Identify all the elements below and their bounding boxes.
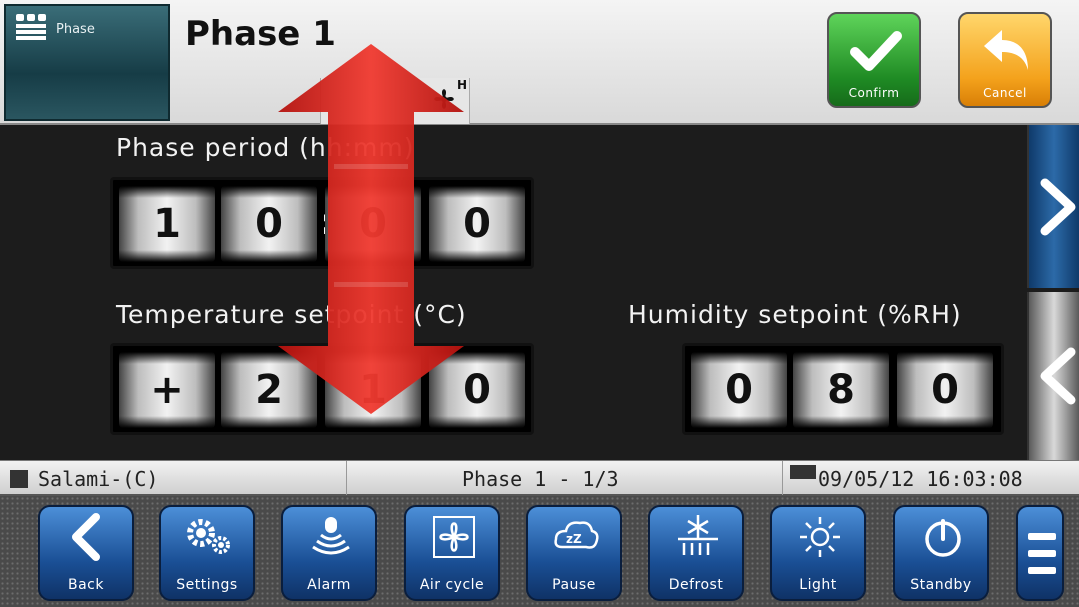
back-label: Back (68, 577, 104, 593)
pause-button[interactable]: zZ Pause (526, 505, 622, 601)
defrost-label: Defrost (668, 577, 724, 593)
scroll-hint-arrow-icon (278, 44, 464, 414)
settings-label: Settings (176, 577, 238, 593)
confirm-button[interactable]: Confirm (827, 12, 921, 108)
power-icon (925, 519, 961, 557)
phase-progress: Phase 1 - 1/3 (462, 467, 619, 491)
settings-button[interactable]: Settings (159, 505, 255, 601)
air-cycle-button[interactable]: Air cycle (404, 505, 500, 601)
menu-tile-label: Phase (56, 22, 95, 37)
sleep-cloud-icon: zZ (554, 521, 599, 549)
standby-label: Standby (910, 577, 972, 593)
light-button[interactable]: Light (770, 505, 866, 601)
status-divider (346, 461, 347, 495)
pause-label: Pause (552, 577, 596, 593)
humidity-digit[interactable]: 8 (793, 352, 889, 428)
humidity-digit[interactable]: 0 (691, 352, 787, 428)
chevron-right-icon (1040, 178, 1076, 236)
recipe-name: Salami-(C) (38, 467, 159, 491)
previous-page-button[interactable] (1027, 292, 1079, 460)
phase-period-digit[interactable]: 1 (119, 186, 215, 262)
undo-arrow-icon (984, 30, 1028, 70)
bottom-toolbar: Back Settings Alarm Air cycle zZ Pause D… (0, 496, 1079, 607)
status-bar: Salami-(C) Phase 1 - 1/3 09/05/12 16:03:… (0, 460, 1079, 496)
defrost-button[interactable]: Defrost (648, 505, 744, 601)
back-arrow-icon (72, 513, 100, 561)
svg-text:zZ: zZ (566, 532, 582, 546)
humidity-drum: 0 8 0 (682, 343, 1004, 435)
confirm-label: Confirm (848, 86, 900, 100)
date-time: 09/05/12 16:03:08 (818, 467, 1023, 491)
more-menu-button[interactable] (1016, 505, 1064, 601)
temperature-digit[interactable]: + (119, 352, 215, 428)
header-bar: Phase Phase 1 H Confirm Cancel (0, 0, 1079, 125)
gears-icon (187, 519, 230, 554)
cancel-button[interactable]: Cancel (958, 12, 1052, 108)
cancel-label: Cancel (983, 86, 1027, 100)
air-cycle-label: Air cycle (419, 577, 485, 593)
light-label: Light (799, 577, 837, 593)
alarm-label: Alarm (307, 577, 351, 593)
standby-button[interactable]: Standby (893, 505, 989, 601)
light-sun-icon (800, 517, 840, 557)
hamburger-menu-icon (1028, 533, 1056, 574)
back-button[interactable]: Back (38, 505, 134, 601)
main-panel: Phase period (hh:mm) 1 0 : 0 0 Temperatu… (0, 125, 1079, 460)
status-divider (782, 461, 783, 495)
phase-menu-button[interactable]: Phase (4, 4, 170, 121)
next-page-button[interactable] (1027, 125, 1079, 288)
alarm-bell-icon (312, 517, 350, 555)
grid-menu-icon (16, 14, 46, 40)
humidity-digit[interactable]: 0 (897, 352, 993, 428)
fan-icon (433, 516, 475, 558)
humidity-setpoint-label: Humidity setpoint (%RH) (628, 300, 962, 329)
chevron-left-icon (1040, 347, 1076, 405)
usb-icon (790, 465, 816, 479)
defrost-icon (678, 515, 718, 555)
alarm-button[interactable]: Alarm (281, 505, 377, 601)
recipe-status-indicator (10, 470, 28, 488)
checkmark-icon (850, 31, 902, 71)
